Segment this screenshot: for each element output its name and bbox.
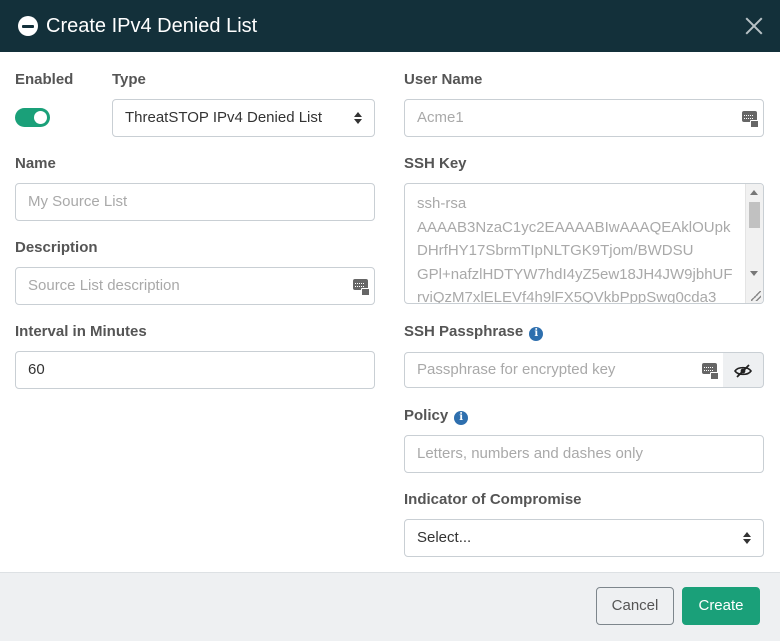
name-label: Name (15, 155, 56, 172)
password-manager-icon[interactable] (742, 111, 759, 128)
interval-label: Interval in Minutes (15, 323, 147, 340)
password-manager-icon[interactable] (702, 363, 719, 380)
user-name-input[interactable]: Acme1 (404, 99, 764, 137)
select-arrows-icon (743, 532, 751, 544)
close-icon[interactable] (740, 12, 768, 40)
type-select-value: ThreatSTOP IPv4 Denied List (125, 109, 323, 126)
policy-label-text: Policy (404, 407, 449, 424)
type-label: Type (112, 71, 146, 88)
ssh-passphrase-input[interactable]: Passphrase for encrypted key (404, 352, 724, 388)
policy-label: Policy i (404, 407, 469, 425)
toggle-knob (34, 111, 47, 124)
ssh-key-line: DHrfHY17SbrmTIpNLTGK9Tjom/BWDSU (417, 242, 694, 259)
user-name-label: User Name (404, 71, 483, 88)
scroll-up-icon[interactable] (750, 190, 758, 195)
name-input[interactable]: My Source List (15, 183, 375, 221)
type-select[interactable]: ThreatSTOP IPv4 Denied List (112, 99, 375, 137)
ssh-key-line: GPl+nafzlHDTYW7hdI4yZ5ew18JH4JW9jbhUF (417, 265, 733, 283)
ioc-select[interactable]: Select... (404, 519, 764, 557)
password-manager-icon[interactable] (353, 279, 370, 296)
description-input[interactable]: Source List description (15, 267, 375, 305)
ssh-passphrase-label-text: SSH Passphrase (404, 323, 524, 340)
ioc-label: Indicator of Compromise (404, 491, 582, 508)
scroll-thumb[interactable] (749, 202, 760, 228)
ioc-select-value: Select... (417, 529, 472, 546)
enabled-toggle[interactable] (15, 108, 50, 127)
name-placeholder: My Source List (28, 193, 128, 210)
dialog-header: Create IPv4 Denied List (0, 0, 780, 52)
resize-grip-icon[interactable] (751, 291, 761, 301)
select-arrows-icon (354, 112, 362, 124)
policy-input[interactable]: Letters, numbers and dashes only (404, 435, 764, 473)
ssh-key-line: ssh-rsa (417, 195, 467, 212)
ssh-key-placeholder: ssh-rsa AAAAB3NzaC1yc2EAAAABIwAAAQEAklOU… (417, 192, 747, 304)
cancel-button[interactable]: Cancel (596, 587, 674, 625)
interval-value: 60 (28, 361, 45, 378)
description-placeholder: Source List description (28, 277, 180, 294)
ssh-key-line: rviQzM7xlELEVf4h9lFX5QVkbPppSwg0cda3 (417, 289, 717, 304)
info-icon[interactable]: i (454, 411, 469, 425)
policy-placeholder: Letters, numbers and dashes only (417, 445, 643, 462)
ssh-key-line: AAAAB3NzaC1yc2EAAAABIwAAAQEAklOUpk (417, 218, 731, 236)
toggle-visibility-button[interactable] (723, 352, 764, 388)
ssh-passphrase-label: SSH Passphrase i (404, 323, 544, 341)
ssh-key-textarea[interactable]: ssh-rsa AAAAB3NzaC1yc2EAAAABIwAAAQEAklOU… (404, 183, 764, 304)
ssh-key-label: SSH Key (404, 155, 467, 172)
description-label: Description (15, 239, 98, 256)
enabled-label: Enabled (15, 71, 74, 88)
user-name-placeholder: Acme1 (417, 109, 464, 126)
dialog-title: Create IPv4 Denied List (46, 15, 258, 37)
scroll-down-icon[interactable] (750, 271, 758, 276)
ssh-key-scrollbar[interactable] (745, 184, 763, 303)
interval-input[interactable]: 60 (15, 351, 375, 389)
ssh-passphrase-placeholder: Passphrase for encrypted key (417, 361, 616, 378)
eye-slash-icon (734, 364, 752, 378)
minus-circle-icon (18, 16, 38, 36)
create-button[interactable]: Create (682, 587, 760, 625)
info-icon[interactable]: i (529, 327, 544, 341)
